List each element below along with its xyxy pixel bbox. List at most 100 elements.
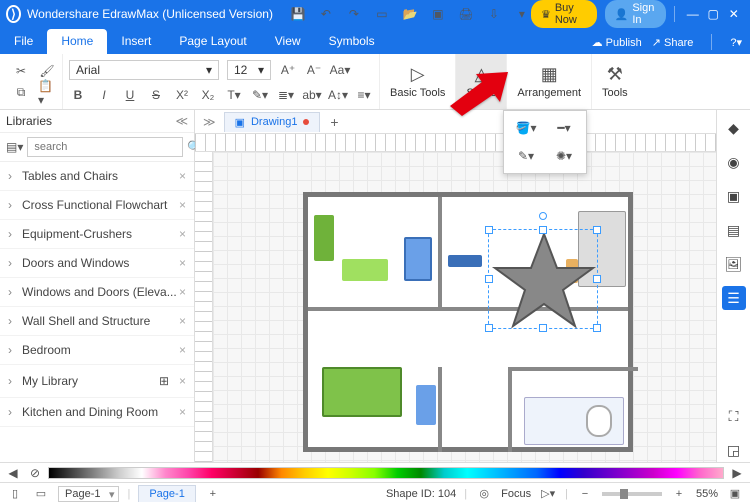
presentation-icon[interactable]: ▷▾	[539, 485, 557, 503]
color-swatches[interactable]	[48, 467, 724, 479]
shape-format-button[interactable]: ◉	[722, 150, 746, 174]
horizontal-ruler[interactable]	[195, 134, 716, 152]
cut-icon[interactable]: ✂	[12, 62, 30, 80]
change-case-icon[interactable]: Aa▾	[331, 61, 349, 79]
menu-page-layout[interactable]: Page Layout	[165, 29, 260, 54]
window-minimize-button[interactable]: —	[682, 7, 703, 21]
collapse-sidebar-button[interactable]: ≪	[175, 114, 188, 128]
close-icon[interactable]: ×	[179, 169, 186, 183]
zoom-fit-button[interactable]: ⛶	[722, 404, 746, 428]
selection-box[interactable]	[488, 229, 598, 329]
navigator-button[interactable]: ◲	[722, 438, 746, 462]
page-setup-button[interactable]: ▤	[722, 218, 746, 242]
library-category[interactable]: ›Wall Shell and Structure×	[0, 307, 194, 336]
close-icon[interactable]: ×	[179, 285, 186, 299]
new-icon[interactable]: ▭	[373, 5, 391, 23]
theme-button[interactable]: ◆	[722, 116, 746, 140]
line-style-option[interactable]: ━▾	[548, 117, 580, 139]
superscript-icon[interactable]: X²	[173, 86, 191, 104]
page-tab[interactable]: Page-1	[138, 485, 195, 502]
export-icon[interactable]: ⇩	[485, 5, 503, 23]
library-category[interactable]: ›Tables and Chairs×	[0, 162, 194, 191]
align-icon[interactable]: ≡▾	[355, 86, 373, 104]
help-button[interactable]: ?▾	[730, 36, 742, 49]
open-icon[interactable]: 📂	[401, 5, 419, 23]
no-fill-icon[interactable]: ⊘	[26, 464, 44, 482]
redo-icon[interactable]: ↷	[345, 5, 363, 23]
resize-handle[interactable]	[485, 275, 493, 283]
menu-file[interactable]: File	[0, 29, 47, 54]
menu-insert[interactable]: Insert	[107, 29, 165, 54]
close-icon[interactable]: ×	[179, 314, 186, 328]
resize-handle[interactable]	[593, 275, 601, 283]
zoom-value[interactable]: 55%	[696, 488, 718, 500]
star-shape[interactable]	[489, 230, 599, 330]
resize-handle[interactable]	[593, 226, 601, 234]
resize-handle[interactable]	[539, 226, 547, 234]
buy-now-button[interactable]: ♛Buy Now	[531, 0, 597, 28]
highlight-icon[interactable]: ✎▾	[251, 86, 269, 104]
document-tab[interactable]: ▣ Drawing1	[224, 112, 321, 132]
close-icon[interactable]: ×	[179, 227, 186, 241]
swatch-right-button[interactable]: ▶	[728, 464, 746, 482]
layers-button[interactable]: ▣	[722, 184, 746, 208]
zoom-in-button[interactable]: +	[670, 485, 688, 503]
window-maximize-button[interactable]: ▢	[703, 7, 724, 21]
increase-font-icon[interactable]: A⁺	[279, 61, 297, 79]
paste-icon[interactable]: 📋▾	[38, 84, 56, 102]
resize-handle[interactable]	[593, 324, 601, 332]
library-category[interactable]: ›Equipment-Crushers×	[0, 220, 194, 249]
tools-group[interactable]: ⚒ Tools	[592, 54, 638, 109]
undo-icon[interactable]: ↶	[317, 5, 335, 23]
copy-icon[interactable]: ⧉	[12, 84, 30, 102]
expand-sidebar-button[interactable]: ≫	[199, 115, 220, 129]
library-category[interactable]: ›My Library⊞×	[0, 365, 194, 398]
font-color-icon[interactable]: T▾	[225, 86, 243, 104]
format-painter-icon[interactable]: 🖌	[38, 62, 56, 80]
line-color-option[interactable]: ✎▾	[510, 145, 542, 167]
close-icon[interactable]: ×	[179, 405, 186, 419]
qat-more-icon[interactable]: ▾	[513, 5, 531, 23]
properties-button[interactable]: ☰	[722, 286, 746, 310]
close-icon[interactable]: ×	[179, 198, 186, 212]
fit-page-button[interactable]: ▣	[726, 485, 744, 503]
window-close-button[interactable]: ✕	[723, 7, 744, 21]
focus-label[interactable]: Focus	[501, 488, 531, 500]
italic-icon[interactable]: I	[95, 86, 113, 104]
spacing-icon[interactable]: ab▾	[303, 86, 321, 104]
resize-handle[interactable]	[485, 226, 493, 234]
slide-view-icon[interactable]: ▭	[32, 485, 50, 503]
library-menu-icon[interactable]: ▤▾	[6, 138, 23, 156]
save-as-icon[interactable]: ▣	[429, 5, 447, 23]
shadow-option[interactable]: ✺▾	[548, 145, 580, 167]
arrangement-group[interactable]: ▦ Arrangement	[507, 54, 592, 109]
floor-plan-shape[interactable]	[303, 192, 633, 452]
library-category[interactable]: ›Windows and Doors (Eleva...×	[0, 278, 194, 307]
close-icon[interactable]: ×	[179, 343, 186, 357]
menu-symbols[interactable]: Symbols	[315, 29, 389, 54]
library-category[interactable]: ›Cross Functional Flowchart×	[0, 191, 194, 220]
basic-tools-group[interactable]: ▷ Basic Tools	[380, 54, 456, 109]
add-tab-button[interactable]: +	[324, 112, 344, 132]
underline-icon[interactable]: U	[121, 86, 139, 104]
page-selector[interactable]: Page-1	[58, 486, 119, 502]
strike-icon[interactable]: S	[147, 86, 165, 104]
subscript-icon[interactable]: X₂	[199, 86, 217, 104]
add-page-button[interactable]: +	[204, 485, 222, 503]
drawing-canvas[interactable]	[213, 152, 716, 462]
menu-view[interactable]: View	[261, 29, 315, 54]
zoom-out-button[interactable]: −	[576, 485, 594, 503]
text-direction-icon[interactable]: A↕▾	[329, 86, 347, 104]
rotate-handle[interactable]	[539, 212, 547, 220]
resize-handle[interactable]	[539, 324, 547, 332]
bullets-icon[interactable]: ≣▾	[277, 86, 295, 104]
swatch-left-button[interactable]: ◀	[4, 464, 22, 482]
publish-button[interactable]: ☁ Publish	[592, 36, 642, 49]
library-category[interactable]: ›Bedroom×	[0, 336, 194, 365]
focus-icon[interactable]: ◎	[475, 485, 493, 503]
bold-icon[interactable]: B	[69, 86, 87, 104]
font-name-dropdown[interactable]: Arial▾	[69, 60, 219, 80]
image-button[interactable]: 🖼	[722, 252, 746, 276]
resize-handle[interactable]	[485, 324, 493, 332]
library-category[interactable]: ›Doors and Windows×	[0, 249, 194, 278]
